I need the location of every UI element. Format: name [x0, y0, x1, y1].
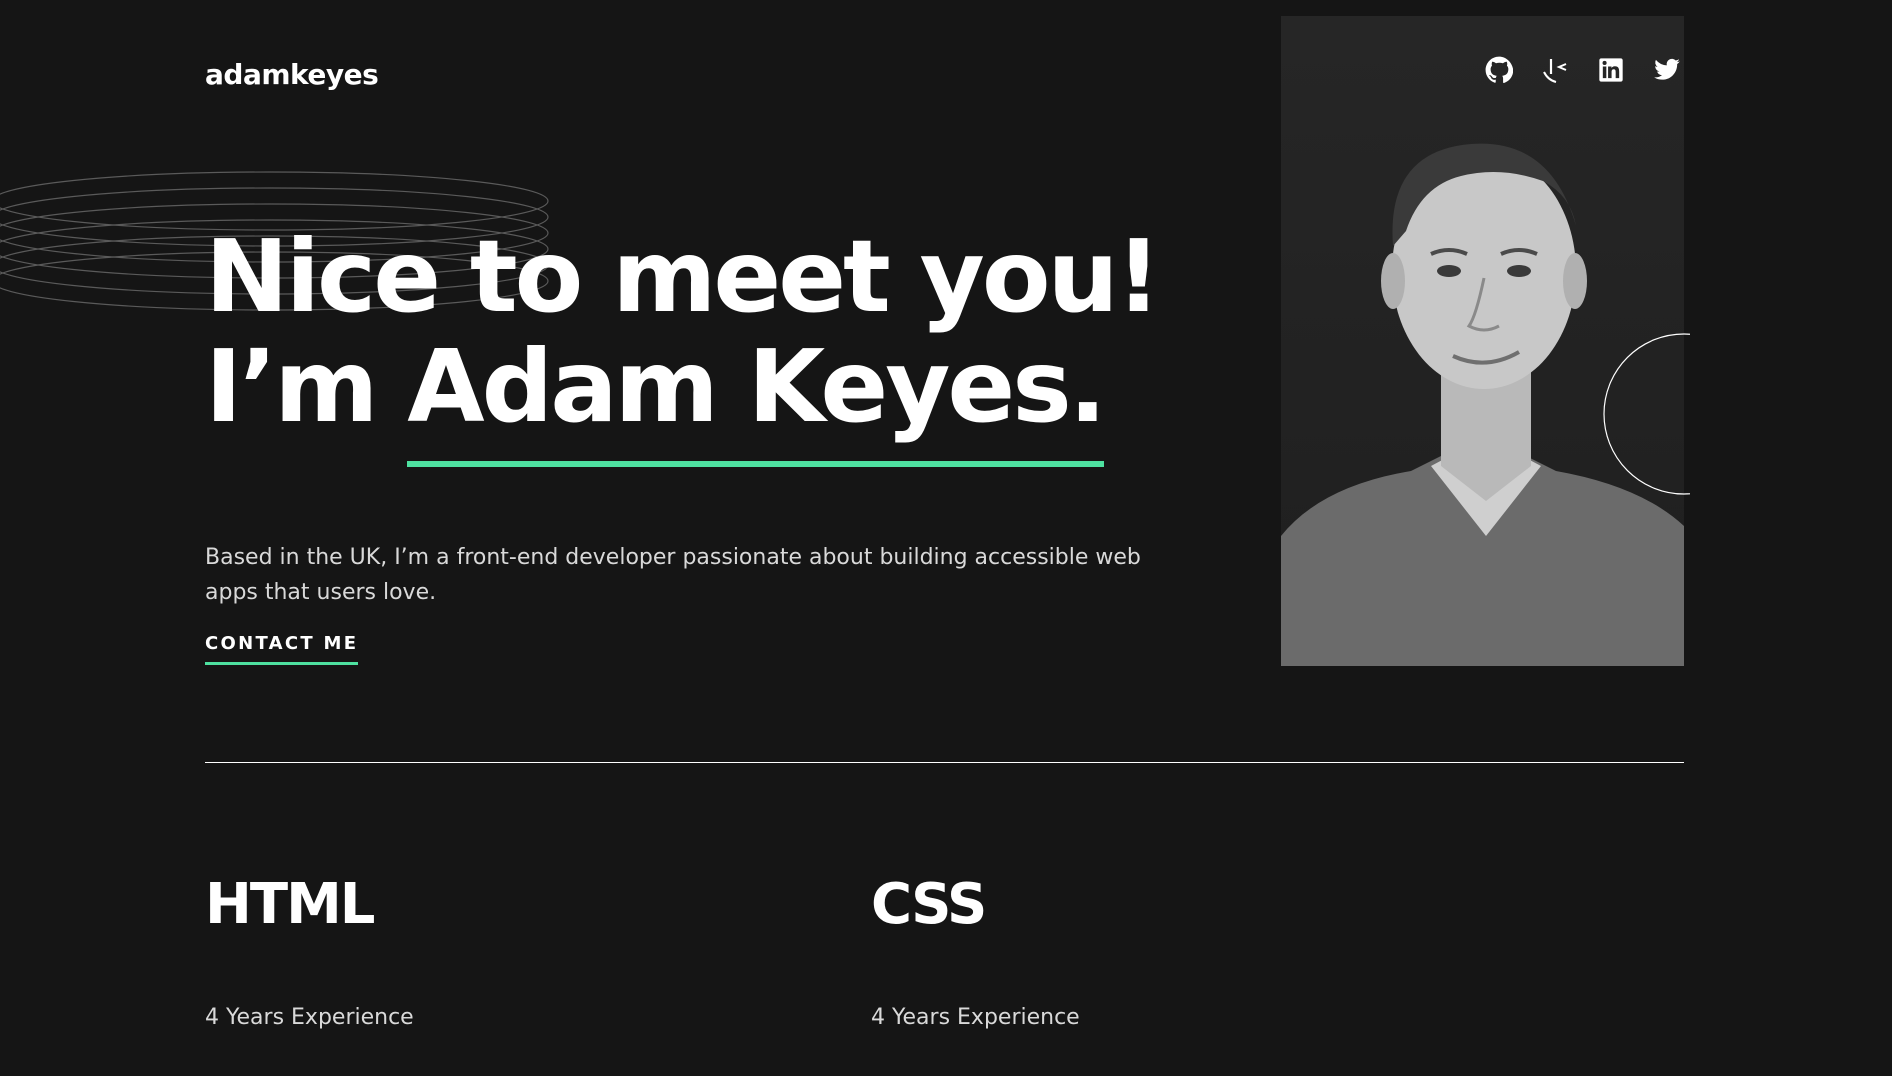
skill-css: CSS 4 Years Experience — [871, 872, 1080, 1031]
social-links — [1485, 56, 1681, 84]
headline-line-1: Nice to meet you! — [205, 218, 1161, 335]
headline-line-2: I’m Adam Keyes. — [205, 328, 1158, 467]
skill-experience: 4 Years Experience — [871, 1005, 1080, 1030]
linkedin-icon[interactable] — [1597, 56, 1625, 84]
skill-title: HTML — [205, 872, 375, 937]
skill-html: HTML 4 Years Experience — [205, 872, 414, 1031]
intro-text: Based in the UK, I’m a front-end develop… — [205, 545, 1141, 605]
twitter-icon[interactable] — [1653, 56, 1681, 84]
skill-title: CSS — [871, 872, 987, 937]
headline-name: Adam Keyes. — [407, 328, 1107, 467]
skill-experience: 4 Years Experience — [205, 1005, 414, 1030]
github-icon[interactable] — [1485, 56, 1514, 84]
section-divider — [205, 762, 1684, 763]
contact-me-button[interactable]: CONTACT ME — [205, 633, 359, 665]
site-logo[interactable]: adamkeyes — [205, 58, 379, 91]
hero-headline: Nice to meet you! I’m Adam Keyes. — [205, 218, 1161, 467]
headline-prefix: I’m — [205, 328, 408, 445]
frontend-mentor-icon[interactable] — [1541, 56, 1569, 84]
circle-decoration — [1603, 333, 1690, 495]
